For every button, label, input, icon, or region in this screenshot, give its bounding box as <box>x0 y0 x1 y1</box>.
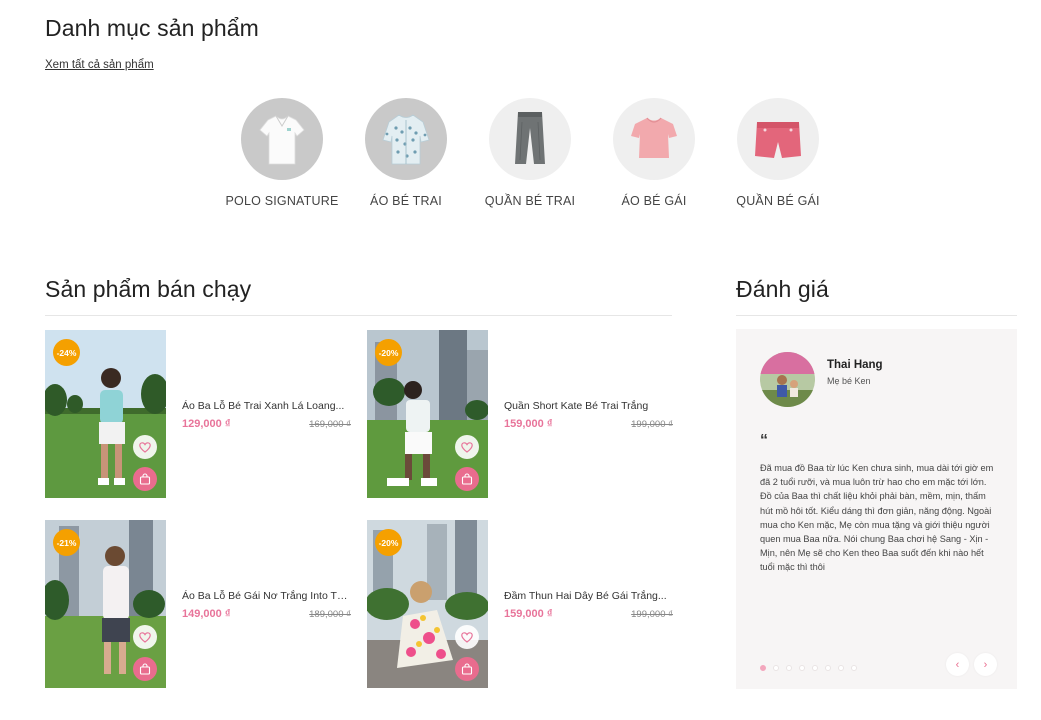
reviewer-role: Mẹ bé Ken <box>827 376 871 386</box>
add-to-cart-button[interactable] <box>133 657 157 681</box>
product-name[interactable]: Đầm Thun Hai Dây Bé Gái Trắng... <box>504 590 672 602</box>
carousel-dot[interactable] <box>799 665 805 671</box>
category-polo-signature[interactable]: POLO SIGNATURE <box>220 98 344 208</box>
carousel-dot[interactable] <box>773 665 779 671</box>
review-text: Đã mua đồ Baa từ lúc Ken chưa sinh, mua … <box>760 463 994 573</box>
product-old-price: 199,000 ₫ <box>631 419 673 430</box>
discount-badge: -20% <box>375 339 402 366</box>
discount-badge: -21% <box>53 529 80 556</box>
product-name[interactable]: Áo Ba Lỗ Bé Trai Xanh Lá Loang... <box>182 400 350 412</box>
product-card[interactable]: -20% Quần Short Kate Bé Trai Trắng 159,0… <box>367 330 673 498</box>
carousel-prev-button[interactable]: ‹ <box>946 653 969 676</box>
shopping-bag-icon <box>461 663 473 675</box>
carousel-next-button[interactable]: › <box>974 653 997 676</box>
product-image[interactable]: -21% <box>45 520 166 688</box>
wishlist-button[interactable] <box>133 625 157 649</box>
product-old-price: 199,000 ₫ <box>631 609 673 620</box>
product-card[interactable]: -24% Áo Ba Lỗ Bé Trai Xanh Lá Loang... 1… <box>45 330 351 498</box>
shopping-bag-icon <box>139 473 151 485</box>
carousel-dot[interactable] <box>851 665 857 671</box>
product-image[interactable]: -20% <box>367 330 488 498</box>
carousel-dot[interactable] <box>760 665 766 671</box>
view-all-products-link[interactable]: Xem tất cả sản phẩm <box>45 59 154 71</box>
category-girls-shorts[interactable]: QUẦN BÉ GÁI <box>716 98 840 208</box>
carousel-dot[interactable] <box>812 665 818 671</box>
product-price: 149,000 ₫ <box>182 608 231 620</box>
girls-shorts-icon <box>737 98 819 180</box>
product-price: 159,000 ₫ <box>504 418 553 430</box>
boys-pants-icon <box>489 98 571 180</box>
wishlist-button[interactable] <box>133 435 157 459</box>
girls-top-icon <box>613 98 695 180</box>
heart-icon <box>461 631 473 643</box>
carousel-dot[interactable] <box>825 665 831 671</box>
product-name[interactable]: Quần Short Kate Bé Trai Trắng <box>504 400 672 412</box>
bestsellers-title: Sản phẩm bán chạy <box>45 276 252 302</box>
heart-icon <box>461 441 473 453</box>
category-boys-pants[interactable]: QUẦN BÉ TRAI <box>468 98 592 208</box>
bestsellers-divider <box>45 315 672 316</box>
product-price: 159,000 ₫ <box>504 608 553 620</box>
add-to-cart-button[interactable] <box>133 467 157 491</box>
product-name[interactable]: Áo Ba Lỗ Bé Gái Nơ Trắng Into The... <box>182 590 350 602</box>
product-price: 129,000 ₫ <box>182 418 231 430</box>
carousel-dot[interactable] <box>838 665 844 671</box>
category-label: ÁO BÉ GÁI <box>621 194 687 208</box>
heart-icon <box>139 631 151 643</box>
boys-shirt-icon <box>365 98 447 180</box>
avatar <box>760 352 815 407</box>
add-to-cart-button[interactable] <box>455 657 479 681</box>
wishlist-button[interactable] <box>455 435 479 459</box>
reviews-title: Đánh giá <box>736 276 829 302</box>
add-to-cart-button[interactable] <box>455 467 479 491</box>
carousel-dot[interactable] <box>786 665 792 671</box>
polo-shirt-icon <box>241 98 323 180</box>
carousel-pagination <box>760 665 857 671</box>
categories-title: Danh mục sản phẩm <box>45 15 259 41</box>
wishlist-button[interactable] <box>455 625 479 649</box>
review-carousel: Thai Hang Mẹ bé Ken “ Đã mua đồ Baa từ l… <box>736 329 1017 689</box>
product-image[interactable]: -24% <box>45 330 166 498</box>
discount-badge: -20% <box>375 529 402 556</box>
category-girls-top[interactable]: ÁO BÉ GÁI <box>592 98 716 208</box>
product-card[interactable]: -21% Áo Ba Lỗ Bé Gái Nơ Trắng Into The..… <box>45 520 351 688</box>
chevron-left-icon: ‹ <box>955 658 960 671</box>
category-boys-shirt[interactable]: ÁO BÉ TRAI <box>344 98 468 208</box>
category-label: ÁO BÉ TRAI <box>370 194 442 208</box>
chevron-right-icon: › <box>983 658 988 671</box>
reviewer-name: Thai Hang <box>827 359 883 371</box>
category-label: POLO SIGNATURE <box>225 194 339 208</box>
shopping-bag-icon <box>139 663 151 675</box>
discount-badge: -24% <box>53 339 80 366</box>
category-label: QUẦN BÉ GÁI <box>736 194 820 208</box>
heart-icon <box>139 441 151 453</box>
shopping-bag-icon <box>461 473 473 485</box>
quote-icon: “ <box>760 432 768 449</box>
category-list: POLO SIGNATURE ÁO BÉ TRAI QUẦN BÉ TRAI Á… <box>220 98 840 218</box>
reviews-divider <box>736 315 1017 316</box>
category-label: QUẦN BÉ TRAI <box>484 194 576 208</box>
product-image[interactable]: -20% <box>367 520 488 688</box>
product-card[interactable]: -20% Đầm Thun Hai Dây Bé Gái Trắng... 15… <box>367 520 673 688</box>
product-old-price: 189,000 ₫ <box>309 609 351 620</box>
product-old-price: 169,000 ₫ <box>309 419 351 430</box>
